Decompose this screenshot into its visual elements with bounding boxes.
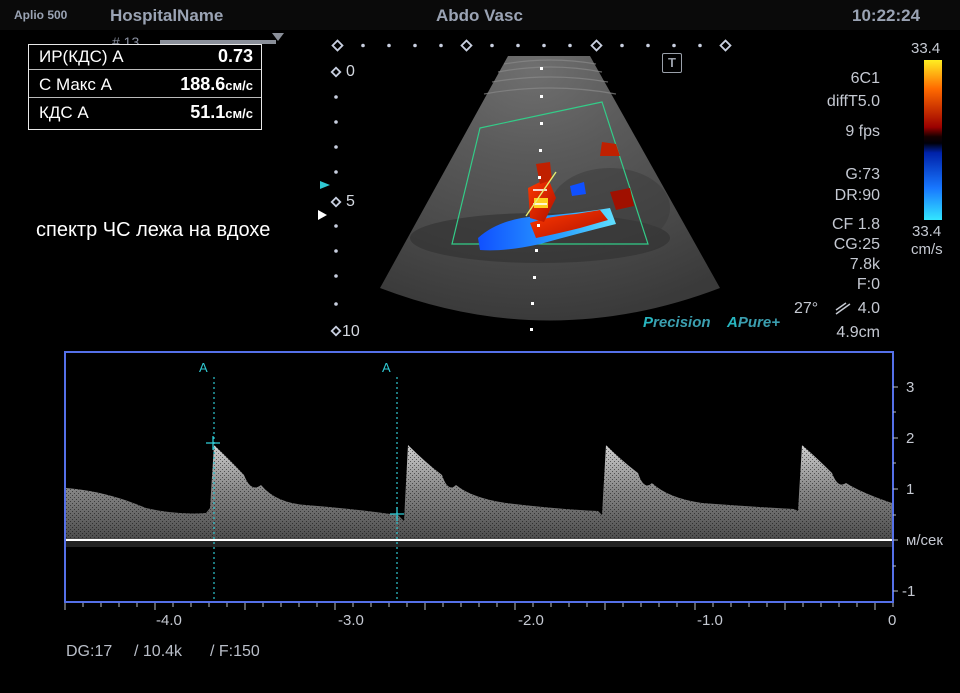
dynamic-range-value: DR:90: [834, 187, 880, 204]
measurement-label: С Макс А: [39, 75, 112, 94]
angle-value: 27°: [794, 300, 819, 317]
doppler-filter: / F:150: [210, 643, 260, 660]
y-axis: [893, 386, 898, 592]
frame-rate: 9 fps: [845, 123, 880, 140]
exam-preset: Abdo Vasc: [436, 6, 523, 25]
color-scale-max: 33.4: [911, 40, 941, 57]
y-tick: 1: [906, 481, 915, 498]
depth-label-10: 10: [342, 323, 360, 340]
color-gain-value: CG:25: [833, 236, 880, 253]
marker-label-2: A: [382, 360, 391, 375]
measurement-ri: ИР(КДС) А 0.73: [29, 45, 261, 70]
precision-logo: Precision: [643, 314, 711, 331]
transducer-label: 6C1: [850, 70, 880, 87]
annotation-pointer-icon: [318, 210, 327, 220]
y-tick: 2: [906, 430, 915, 447]
apure-logo: APure+: [727, 314, 780, 331]
x-tick: 0: [888, 612, 897, 629]
y-tick: 3: [906, 379, 915, 396]
measurement-edv: КДС А 51.1см/с: [29, 101, 261, 125]
depth-scale: [320, 66, 342, 337]
spectral-doppler-panel[interactable]: [64, 351, 894, 603]
measurement-box: ИР(КДС) А 0.73 С Макс А 188.6см/с КДС А …: [28, 44, 262, 130]
filter-value: F:0: [856, 276, 880, 293]
angle-correction-value: 4.0: [857, 300, 880, 317]
color-scale-unit: cm/s: [911, 241, 943, 258]
color-scale-bar: [924, 60, 942, 220]
x-tick: -2.0: [518, 612, 544, 629]
steer-angle-icon: [835, 302, 851, 315]
doppler-waveform: [66, 377, 892, 601]
x-tick: -3.0: [338, 612, 364, 629]
mode-label: diffT5.0: [826, 93, 880, 110]
x-tick: -4.0: [156, 612, 182, 629]
transducer-orientation-icon: T: [662, 53, 682, 73]
ultrasound-image[interactable]: [380, 48, 730, 338]
color-scale-min: 33.4: [912, 223, 942, 240]
measurement-psv: С Макс А 188.6см/с: [29, 73, 261, 98]
annotation-text[interactable]: спектр ЧС лежа на вдохе: [36, 219, 270, 242]
doppler-prf: / 10.4k: [134, 643, 183, 660]
measurement-value: 188.6см/с: [180, 74, 253, 94]
measurement-value: 51.1см/с: [190, 102, 253, 122]
gain-value: G:73: [845, 166, 880, 183]
focus-marker-icon: [320, 181, 330, 189]
measurement-label: КДС А: [39, 103, 89, 122]
doppler-gain: DG:17: [66, 643, 113, 660]
measurement-value: 0.73: [217, 46, 253, 66]
frame-slider-handle-icon[interactable]: [272, 33, 284, 41]
color-flow-value: CF 1.8: [831, 216, 880, 233]
hospital-name: HospitalName: [110, 6, 224, 25]
measurement-label: ИР(КДС) А: [39, 47, 124, 66]
depth-value: 4.9cm: [836, 324, 880, 341]
depth-label-5: 5: [346, 193, 355, 210]
depth-label-0: 0: [346, 63, 355, 80]
device-model: Aplio 500: [14, 8, 68, 22]
y-axis-unit: м/сек: [906, 532, 943, 549]
marker-label-1: A: [199, 360, 208, 375]
x-axis: [64, 603, 894, 610]
prf-value: 7.8k: [849, 256, 880, 273]
clock: 10:22:24: [852, 6, 921, 25]
x-tick: -1.0: [697, 612, 723, 629]
y-tick: -1: [902, 583, 916, 600]
